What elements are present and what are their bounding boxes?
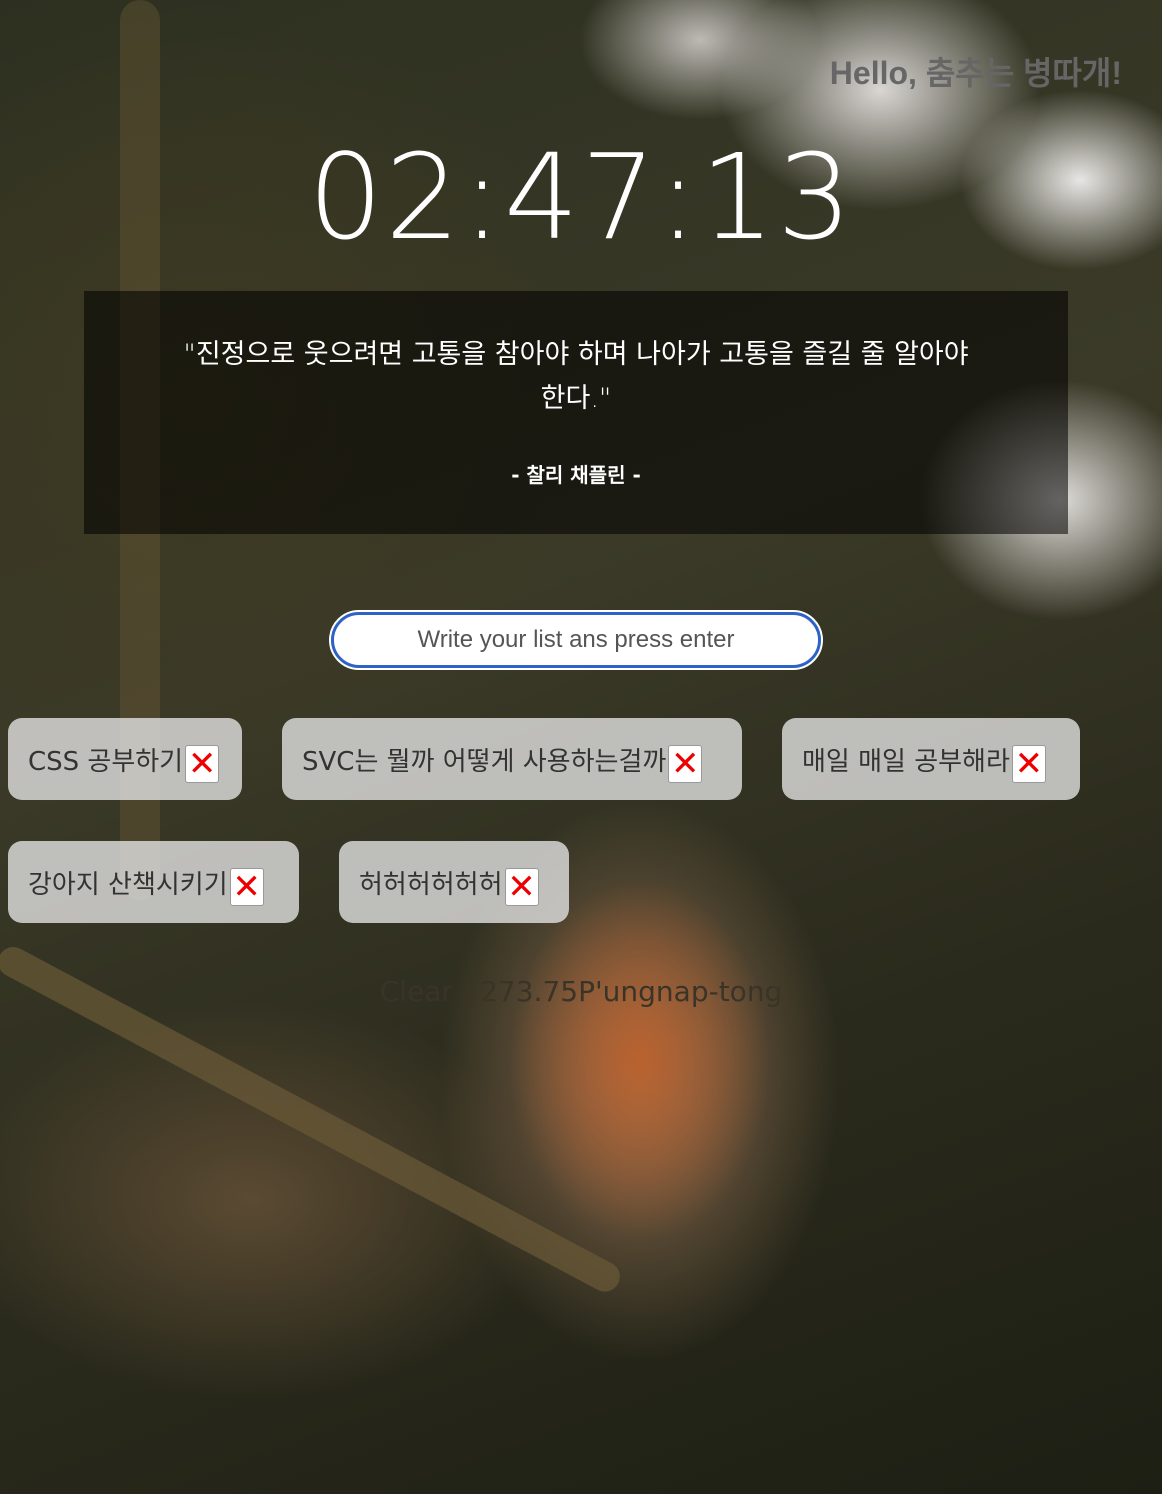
todo-label: SVC는 뭘까 어떻게 사용하는걸까 xyxy=(302,746,667,777)
todo-item: 강아지 산책시키기 ✕ xyxy=(8,841,299,923)
delete-icon[interactable]: ✕ xyxy=(668,745,703,783)
delete-icon[interactable]: ✕ xyxy=(1011,745,1046,783)
todo-label: 허허허허허허 xyxy=(359,869,503,900)
todo-label: CSS 공부하기 xyxy=(28,746,184,777)
greeting: Hello, 춤추는 병따개! xyxy=(829,55,1122,91)
delete-icon[interactable]: ✕ xyxy=(229,868,264,906)
clock: 02:47:13 xyxy=(308,128,854,266)
delete-icon[interactable]: ✕ xyxy=(504,868,539,906)
quote-text: "진정으로 웃으려면 고통을 참아야 하며 나아가 고통을 즐길 줄 알아야 한… xyxy=(183,339,969,414)
todo-input[interactable]: Write your list ans press enter xyxy=(329,610,823,670)
weather-info: Clear / 273.75P'ungnap-tong xyxy=(379,975,783,1008)
todo-item: 매일 매일 공부해라 ✕ xyxy=(782,718,1080,800)
quote-box: "진정으로 웃으려면 고통을 참아야 하며 나아가 고통을 즐길 줄 알아야 한… xyxy=(84,291,1068,534)
quote-author: - 찰리 채플린 - xyxy=(511,463,641,487)
todo-item: 허허허허허허 ✕ xyxy=(339,841,569,923)
delete-icon[interactable]: ✕ xyxy=(185,745,220,783)
todo-label: 매일 매일 공부해라 xyxy=(802,746,1010,777)
todo-item: SVC는 뭘까 어떻게 사용하는걸까 ✕ xyxy=(282,718,742,800)
todo-item: CSS 공부하기 ✕ xyxy=(8,718,242,800)
todo-label: 강아지 산책시키기 xyxy=(28,869,228,900)
